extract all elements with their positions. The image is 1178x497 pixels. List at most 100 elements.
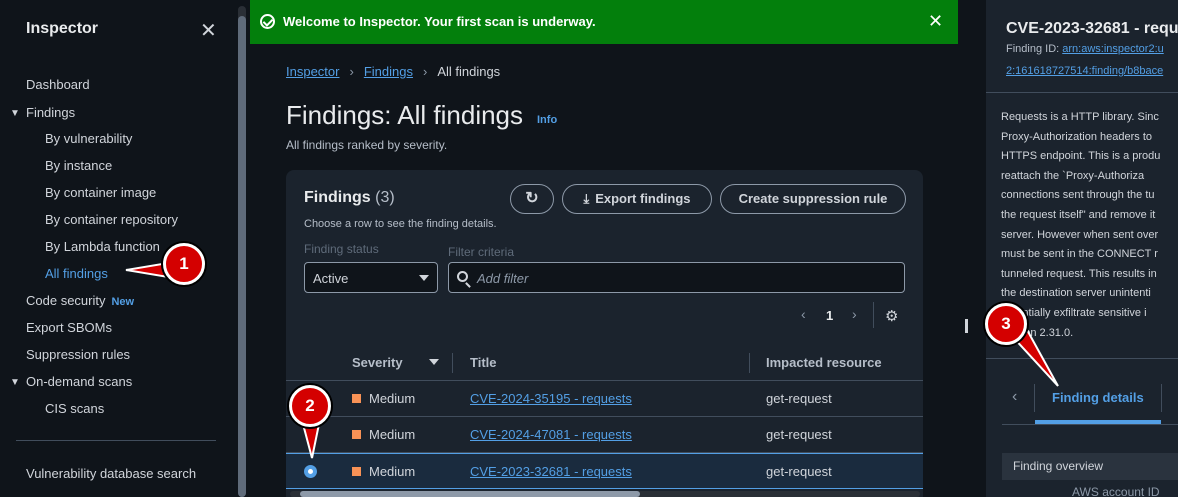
sidebar-title: Inspector [26, 20, 99, 37]
description-line: Requests is a HTTP library. Sinc [1001, 111, 1159, 123]
refresh-button[interactable]: ↻ [510, 184, 554, 214]
table-row[interactable]: Medium CVE-2024-35195 - requests get-req… [286, 381, 923, 417]
finding-arn-link[interactable]: 2:161618727514:finding/b8bace [1006, 65, 1163, 77]
tab-finding-details[interactable]: Finding details [1052, 390, 1144, 405]
column-header-title[interactable]: Title [470, 355, 497, 370]
description-line: HTTPS endpoint. This is a produ [1001, 150, 1161, 163]
sidebar-item-vulnerability-database-search[interactable]: Vulnerability database search [26, 466, 196, 481]
finding-overview-section[interactable]: Finding overview [1002, 453, 1178, 480]
filter-input[interactable]: Add filter [448, 262, 905, 293]
sidebar-item-suppression-rules[interactable]: Suppression rules [26, 347, 130, 362]
export-findings-label: Export findings [595, 191, 691, 206]
sidebar-item-by-container-image[interactable]: By container image [45, 185, 156, 200]
chevron-left-icon[interactable]: ‹ [1012, 388, 1017, 406]
sidebar-item-all-findings[interactable]: All findings [45, 266, 108, 281]
column-header-severity[interactable]: Severity [352, 355, 403, 370]
chevron-right-icon: › [422, 64, 428, 79]
tab-divider [1034, 384, 1035, 412]
table-header: Severity Title Impacted resource [286, 345, 923, 381]
panel-title: Findings (3) [304, 189, 395, 207]
chevron-right-icon[interactable]: › [852, 306, 857, 322]
severity-text: Medium [369, 464, 416, 479]
severity-medium-icon [352, 430, 361, 439]
pager-divider [873, 302, 874, 328]
search-icon [457, 271, 468, 282]
new-badge: New [111, 296, 135, 308]
finding-description: Requests is a HTTP library. Sinc Proxy-A… [1001, 108, 1178, 343]
sort-descending-icon[interactable] [429, 359, 439, 365]
table-row-selected[interactable]: Medium CVE-2023-32681 - requests get-req… [286, 453, 923, 489]
resize-handle[interactable] [965, 319, 968, 333]
callout-marker-2: 2 [289, 385, 331, 427]
close-icon[interactable]: ✕ [928, 11, 943, 32]
gear-icon[interactable]: ⚙ [885, 307, 898, 325]
finding-title-link[interactable]: CVE-2024-35195 - requests [470, 391, 632, 406]
severity-text: Medium [369, 427, 416, 442]
filter-criteria-label: Filter criteria [448, 245, 515, 259]
panel-description: Choose a row to see the finding details. [304, 218, 497, 230]
impacted-resource: get-request [766, 391, 832, 406]
finding-status-label: Finding status [304, 242, 379, 256]
callout-marker-3: 3 [985, 303, 1027, 345]
split-panel-gutter [958, 0, 986, 497]
row-radio-selected[interactable] [304, 465, 317, 478]
description-line: Proxy-Authorization headers to [1001, 130, 1153, 143]
caret-down-icon[interactable]: ▼ [10, 377, 20, 388]
sidebar-item-by-vulnerability[interactable]: By vulnerability [45, 131, 132, 146]
sidebar-item-on-demand-scans[interactable]: On-demand scans [26, 374, 132, 389]
breadcrumb-current: All findings [437, 64, 501, 79]
column-separator[interactable] [452, 353, 453, 373]
export-findings-button[interactable]: ⤓ Export findings [562, 184, 712, 214]
sidebar-scrollbar-thumb[interactable] [238, 16, 246, 497]
findings-count: (3) [375, 189, 395, 206]
breadcrumb-inspector[interactable]: Inspector [286, 64, 339, 79]
refresh-icon: ↻ [525, 190, 539, 207]
finding-title-link[interactable]: CVE-2024-47081 - requests [470, 427, 632, 442]
sidebar-item-code-security[interactable]: Code security New [26, 293, 134, 308]
column-separator[interactable] [749, 353, 750, 373]
info-link[interactable]: Info [537, 114, 557, 126]
description-line: the destination server unintenti [1001, 287, 1151, 300]
column-header-impacted-resource[interactable]: Impacted resource [766, 355, 882, 370]
sidebar-item-by-instance[interactable]: By instance [45, 158, 112, 173]
page-title: Findings: All findings [286, 100, 524, 130]
sidebar-item-by-container-repository[interactable]: By container repository [45, 212, 178, 227]
row-radio[interactable] [304, 428, 317, 441]
finding-status-select[interactable]: Active [304, 262, 438, 293]
side-navigation: Inspector ✕ Dashboard ▼ Findings By vuln… [0, 0, 236, 497]
chevron-right-icon: › [349, 64, 354, 79]
callout-marker-1: 1 [163, 243, 205, 285]
severity-medium-icon [352, 467, 361, 476]
create-suppression-rule-button[interactable]: Create suppression rule [720, 184, 906, 214]
caret-down-icon [419, 275, 429, 281]
success-flash-bar: Welcome to Inspector. Your first scan is… [250, 0, 958, 44]
check-circle-icon [260, 14, 275, 29]
description-line: potentially exfiltrate sensitive i [1001, 306, 1147, 319]
caret-down-icon[interactable]: ▼ [10, 108, 20, 119]
page-subtitle: All findings ranked by severity. [286, 138, 448, 152]
tab-baseline [1002, 424, 1178, 425]
sidebar-item-findings[interactable]: Findings [26, 105, 75, 120]
breadcrumb-findings[interactable]: Findings [364, 64, 413, 79]
impacted-resource: get-request [766, 464, 832, 479]
finding-title-link[interactable]: CVE-2023-32681 - requests [470, 464, 632, 479]
table-scrollbar-thumb[interactable] [300, 491, 640, 497]
close-icon[interactable]: ✕ [200, 18, 217, 43]
flash-message: Welcome to Inspector. Your first scan is… [283, 14, 596, 29]
finding-arn-link[interactable]: arn:aws:inspector2:u [1062, 43, 1164, 55]
description-line: version 2.31.0. [1001, 326, 1074, 339]
divider [986, 358, 1178, 359]
finding-id-label: Finding ID: [1006, 43, 1063, 55]
description-line: the request itself" and remove it [1001, 208, 1156, 221]
aws-account-id-label: AWS account ID [1072, 485, 1160, 497]
detail-title: CVE-2023-32681 - requ [1006, 20, 1178, 37]
description-line: server. However when sent over [1001, 228, 1159, 241]
sidebar-item-dashboard[interactable]: Dashboard [26, 77, 90, 92]
chevron-left-icon[interactable]: ‹ [801, 306, 806, 322]
sidebar-item-by-lambda-function[interactable]: By Lambda function [45, 239, 160, 254]
sidebar-item-cis-scans[interactable]: CIS scans [45, 401, 104, 416]
findings-table-panel: Findings (3) ↻ ⤓ Export findings Create s… [286, 170, 923, 497]
table-row[interactable]: Medium CVE-2024-47081 - requests get-req… [286, 417, 923, 453]
sidebar-item-export-sboms[interactable]: Export SBOMs [26, 320, 112, 335]
page-number[interactable]: 1 [826, 308, 833, 323]
